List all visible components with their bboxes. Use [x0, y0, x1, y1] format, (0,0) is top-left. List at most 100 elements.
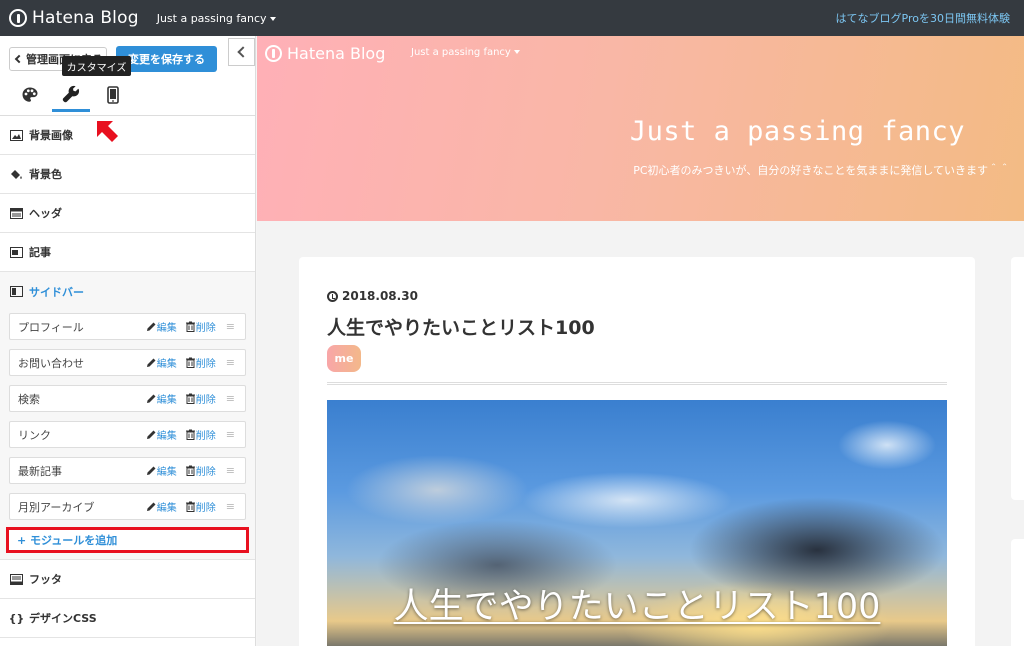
logo-text: Hatena Blog — [32, 8, 139, 28]
edit-label: 編集 — [156, 359, 177, 370]
module-item[interactable]: リンク 編集 削除 ≡ — [9, 421, 246, 448]
drag-handle-icon[interactable]: ≡ — [226, 320, 235, 333]
section-label: ヘッダ — [29, 207, 62, 220]
module-delete-link[interactable]: 削除 — [185, 427, 216, 442]
module-edit-link[interactable]: 編集 — [146, 427, 177, 442]
caret-down-icon — [269, 16, 276, 21]
sidebar-card — [1011, 257, 1024, 500]
section-design-css[interactable]: {} デザインCSS — [0, 599, 255, 638]
delete-label: 削除 — [195, 431, 216, 442]
blog-preview: Hatena Blog Just a passing fancy Just a … — [257, 36, 1024, 646]
module-item[interactable]: 検索 編集 削除 ≡ — [9, 385, 246, 412]
module-delete-link[interactable]: 削除 — [185, 499, 216, 514]
palette-icon — [22, 87, 38, 102]
drag-handle-icon[interactable]: ≡ — [226, 428, 235, 441]
hatena-blog-logo[interactable]: Hatena Blog — [265, 44, 385, 63]
delete-label: 削除 — [195, 395, 216, 406]
blog-selector[interactable]: Just a passing fancy — [411, 47, 520, 58]
module-name: お問い合わせ — [18, 356, 84, 370]
entry-date[interactable]: 2018.08.30 — [327, 289, 418, 303]
section-footer[interactable]: フッタ — [0, 560, 255, 599]
pencil-icon — [146, 394, 156, 403]
blog-selector[interactable]: Just a passing fancy — [157, 12, 276, 25]
image-icon — [10, 129, 23, 141]
section-header[interactable]: ヘッダ — [0, 194, 255, 233]
sidebar-module-list: プロフィール 編集 削除 ≡ お問い合わせ 編集 削除 ≡ 検索 編集 削除 ≡… — [0, 311, 255, 560]
logo-text: Hatena Blog — [287, 44, 386, 63]
section-background-image[interactable]: 背景画像 — [0, 116, 255, 155]
edit-label: 編集 — [156, 503, 177, 514]
module-name: プロフィール — [18, 320, 84, 334]
drag-handle-icon[interactable]: ≡ — [226, 392, 235, 405]
collapse-panel-button[interactable] — [228, 38, 255, 66]
module-delete-link[interactable]: 削除 — [185, 391, 216, 406]
sidebar-card — [1011, 539, 1024, 646]
section-label: 記事 — [29, 246, 51, 259]
category-badge[interactable]: me — [327, 345, 361, 372]
blog-title[interactable]: Just a passing fancy — [630, 116, 965, 147]
module-edit-link[interactable]: 編集 — [146, 319, 177, 334]
entry-card: 2018.08.30 人生でやりたいことリスト100 me 人生でやりたいことリ… — [299, 257, 975, 646]
module-item[interactable]: 最新記事 編集 削除 ≡ — [9, 457, 246, 484]
annotation-arrow-icon — [97, 121, 118, 142]
pencil-icon — [146, 430, 156, 439]
drag-handle-icon[interactable]: ≡ — [226, 356, 235, 369]
delete-label: 削除 — [195, 467, 216, 478]
hatena-logo-icon — [9, 9, 27, 27]
top-bar: Hatena Blog Just a passing fancy はてなブログP… — [0, 0, 1024, 36]
pencil-icon — [146, 502, 156, 511]
module-item[interactable]: プロフィール 編集 削除 ≡ — [9, 313, 246, 340]
section-label: デザインCSS — [29, 612, 97, 625]
tab-customize[interactable] — [52, 78, 90, 112]
edit-label: 編集 — [156, 431, 177, 442]
drag-handle-icon[interactable]: ≡ — [226, 500, 235, 513]
module-item[interactable]: 月別アーカイブ 編集 削除 ≡ — [9, 493, 246, 520]
customize-panel: 管理画面に戻る 変更を保存する カスタマイズ 背景画像 — [0, 36, 256, 646]
module-name: 検索 — [18, 392, 40, 406]
edit-label: 編集 — [156, 323, 177, 334]
module-delete-link[interactable]: 削除 — [185, 355, 216, 370]
module-edit-link[interactable]: 編集 — [146, 499, 177, 514]
entry-date-text: 2018.08.30 — [342, 289, 418, 303]
wrench-icon — [62, 85, 80, 102]
smartphone-icon — [107, 86, 119, 104]
eyecatch-image[interactable]: 人生でやりたいことリスト100 — [327, 400, 947, 646]
section-label: 背景色 — [29, 168, 62, 181]
section-label: 背景画像 — [29, 129, 73, 142]
layout-article-icon — [10, 246, 23, 258]
divider — [327, 382, 947, 385]
pencil-icon — [146, 358, 156, 367]
hatena-logo-icon — [265, 45, 282, 62]
caret-down-icon — [513, 50, 520, 54]
blog-selector-label: Just a passing fancy — [156, 11, 267, 25]
tab-design[interactable] — [11, 78, 49, 112]
section-background-color[interactable]: 背景色 — [0, 155, 255, 194]
module-edit-link[interactable]: 編集 — [146, 463, 177, 478]
add-module-button[interactable]: + モジュールを追加 — [6, 527, 249, 553]
module-edit-link[interactable]: 編集 — [146, 355, 177, 370]
module-edit-link[interactable]: 編集 — [146, 391, 177, 406]
section-label: サイドバー — [29, 285, 84, 299]
edit-label: 編集 — [156, 395, 177, 406]
blog-header: Hatena Blog Just a passing fancy Just a … — [257, 36, 1024, 221]
trash-icon — [185, 321, 195, 332]
section-sidebar[interactable]: サイドバー — [0, 272, 255, 311]
section-article[interactable]: 記事 — [0, 233, 255, 272]
trash-icon — [185, 501, 195, 512]
braces-icon: {} — [8, 611, 25, 625]
layout-sidebar-icon — [10, 286, 23, 297]
chevron-left-icon — [237, 46, 249, 58]
trash-icon — [185, 465, 195, 476]
tab-smartphone[interactable] — [94, 78, 132, 112]
entry-title[interactable]: 人生でやりたいことリスト100 — [327, 313, 595, 340]
module-name: 月別アーカイブ — [18, 500, 95, 514]
module-item[interactable]: お問い合わせ 編集 削除 ≡ — [9, 349, 246, 376]
trash-icon — [185, 357, 195, 368]
hatena-blog-logo[interactable]: Hatena Blog — [9, 8, 139, 28]
drag-handle-icon[interactable]: ≡ — [226, 464, 235, 477]
module-delete-link[interactable]: 削除 — [185, 319, 216, 334]
save-changes-button[interactable]: 変更を保存する — [116, 46, 217, 72]
layout-footer-icon — [10, 573, 23, 585]
pro-trial-link[interactable]: はてなブログProを30日間無料体験 — [836, 10, 1010, 26]
module-delete-link[interactable]: 削除 — [185, 463, 216, 478]
